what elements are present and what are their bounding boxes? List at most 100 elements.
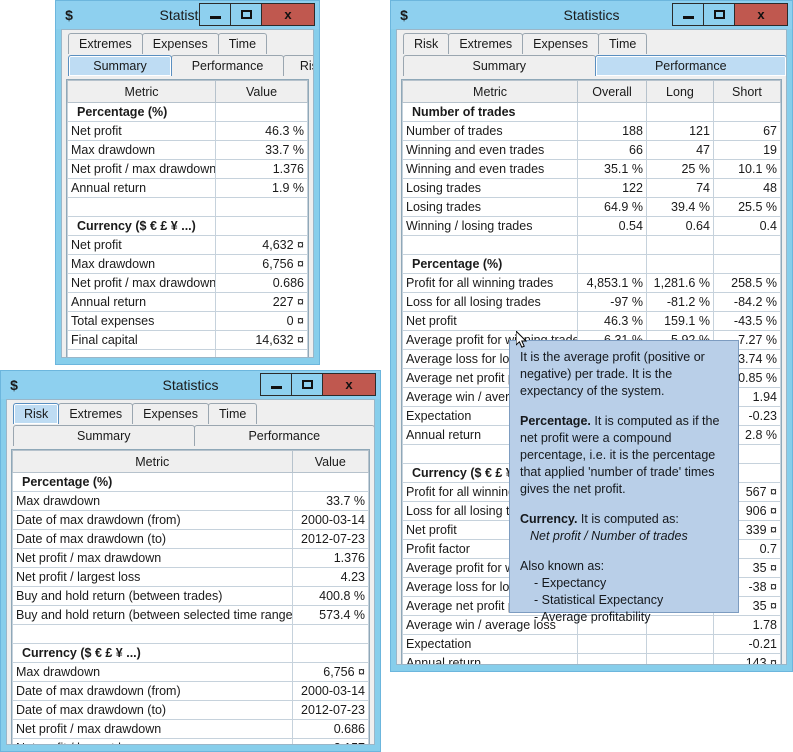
tab-summary[interactable]: Summary [403, 55, 596, 76]
table-row[interactable]: Net profit / max drawdown 1.376 [67, 159, 308, 179]
metrics-table-wrapper[interactable]: Metric Value Percentage (%) Max drawdown 3… [11, 449, 370, 744]
table-row[interactable]: Profit for all winning trades 4,853.1 % 1,… [402, 273, 781, 293]
column-header-value[interactable]: Value [215, 80, 308, 103]
table-row[interactable]: Winning / losing trades 0.54 0.64 0.4 [402, 216, 781, 236]
statistics-window-performance[interactable]: $ Statistics x Risk Extremes Expenses Ti… [390, 0, 793, 672]
table-row[interactable]: Max drawdown 33.7 % [12, 491, 369, 511]
maximize-button[interactable] [231, 4, 262, 25]
cell-short [712, 254, 781, 274]
window-controls[interactable]: x [672, 3, 788, 26]
cell-metric: Currency ($ € £ ¥ ...) [12, 643, 293, 663]
table-row[interactable]: Losing trades 122 74 48 [402, 178, 781, 198]
table-row[interactable]: Number of trades 188 121 67 [402, 121, 781, 141]
metrics-table-wrapper[interactable]: Metric Value Percentage (%) Net profit 46.… [66, 79, 309, 357]
column-header-metric[interactable]: Metric [402, 80, 579, 103]
title-bar[interactable]: $ Statistics x [1, 371, 380, 399]
tab-expenses[interactable]: Expenses [522, 33, 600, 54]
summary-table-body: Percentage (%) Net profit 46.3 % Max drawdo… [67, 102, 308, 357]
tab-risk[interactable]: Risk [13, 403, 60, 424]
tab-row-primary[interactable]: Summary Performance [397, 55, 786, 76]
statistics-window-summary[interactable]: $ Statistics x Extremes Expenses Time Su… [55, 0, 320, 365]
table-section-row[interactable]: Currency ($ € £ ¥ ...) [12, 643, 369, 663]
tab-row-primary[interactable]: Summary Performance [7, 425, 374, 446]
table-section-row[interactable]: Number of trades [402, 102, 781, 122]
tab-time[interactable]: Time [217, 33, 268, 54]
table-row[interactable]: Net profit 46.3 % 159.1 % -43.5 % [402, 311, 781, 331]
column-header-short[interactable]: Short [712, 80, 781, 103]
table-row[interactable]: Date of max drawdown (to) 2012-07-23 [12, 700, 369, 720]
table-row[interactable]: Losing trades 64.9 % 39.4 % 25.5 % [402, 197, 781, 217]
table-row[interactable]: Loss for all losing trades -97 % -81.2 % -8… [402, 292, 781, 312]
table-section-row[interactable]: Percentage (%) [402, 254, 781, 274]
table-row[interactable]: Annual return 143 ¤ [402, 653, 781, 664]
table-row[interactable]: Expectation -0.21 [402, 634, 781, 654]
tab-extremes[interactable]: Extremes [58, 403, 134, 424]
tab-time[interactable]: Time [598, 33, 648, 54]
table-row[interactable]: Net profit / largest loss 4.23 [12, 567, 369, 587]
table-section-row[interactable]: Percentage (%) [67, 102, 308, 122]
table-blank-row[interactable] [12, 624, 369, 644]
title-bar[interactable]: $ Statistics x [391, 1, 792, 29]
title-bar[interactable]: $ Statistics x [56, 1, 319, 29]
tab-time[interactable]: Time [208, 403, 258, 424]
table-row[interactable]: Net profit 4,632 ¤ [67, 235, 308, 255]
table-row[interactable]: Max drawdown 6,756 ¤ [67, 254, 308, 274]
table-section-row[interactable]: Currency ($ € £ ¥ ...) [67, 216, 308, 236]
close-button[interactable]: x [735, 4, 787, 25]
maximize-button[interactable] [292, 374, 323, 395]
window-controls[interactable]: x [260, 373, 376, 396]
table-row[interactable]: Max drawdown 6,756 ¤ [12, 662, 369, 682]
tab-expenses[interactable]: Expenses [132, 403, 210, 424]
table-blank-row[interactable] [67, 197, 308, 217]
tab-performance[interactable]: Performance [193, 425, 374, 446]
column-header-metric[interactable]: Metric [67, 80, 217, 103]
table-row[interactable]: Buy and hold return (between selected ti… [12, 605, 369, 625]
table-row[interactable]: Annual return 227 ¤ [67, 292, 308, 312]
table-row[interactable]: Winning and even trades 66 47 19 [402, 140, 781, 160]
table-row[interactable]: Net profit / largest loss2.157 [12, 738, 369, 744]
close-button[interactable]: x [323, 374, 375, 395]
table-row[interactable]: Total expenses 0 ¤ [67, 311, 308, 331]
table-row[interactable]: Winning and even trades 35.1 % 25 % 10.1 % [402, 159, 781, 179]
tab-expenses[interactable]: Expenses [141, 33, 219, 54]
table-row[interactable]: Annual return 1.9 % [67, 178, 308, 198]
tab-summary[interactable]: Summary [13, 425, 195, 446]
tab-row-secondary[interactable]: Risk Extremes Expenses Time [397, 33, 786, 54]
tab-row-filler [266, 33, 313, 54]
table-row[interactable]: Final capital 14,632 ¤ [67, 330, 308, 350]
table-row[interactable]: Max drawdown 33.7 % [67, 140, 308, 160]
minimize-button[interactable] [673, 4, 704, 25]
table-section-row[interactable]: Percentage (%) [12, 472, 369, 492]
tab-row-primary[interactable]: Summary Performance Risk [62, 55, 313, 76]
table-blank-row[interactable] [402, 235, 781, 255]
close-button[interactable]: x [262, 4, 314, 25]
tab-row-secondary[interactable]: Risk Extremes Expenses Time [7, 403, 374, 424]
column-header-metric[interactable]: Metric [12, 450, 293, 473]
table-row[interactable]: Net profit / max drawdown 0.686 [12, 719, 369, 739]
tab-extremes[interactable]: Extremes [68, 33, 143, 54]
tab-row-secondary[interactable]: Extremes Expenses Time [62, 33, 313, 54]
table-row[interactable]: Net profit / max drawdown 0.686 [67, 273, 308, 293]
table-row[interactable]: Net profit 46.3 % [67, 121, 308, 141]
tab-summary[interactable]: Summary [68, 55, 172, 76]
minimize-button[interactable] [261, 374, 292, 395]
table-row[interactable]: Date of max drawdown (to) 2012-07-23 [12, 529, 369, 549]
tab-performance[interactable]: Performance [594, 55, 786, 76]
tab-extremes[interactable]: Extremes [448, 33, 524, 54]
cell-short: -84.2 % [712, 292, 781, 312]
table-row[interactable]: Date of max drawdown (from) 2000-03-14 [12, 681, 369, 701]
window-controls[interactable]: x [199, 3, 315, 26]
tab-risk[interactable]: Risk [283, 55, 313, 76]
table-row[interactable]: Date of max drawdown (from) 2000-03-14 [12, 510, 369, 530]
column-header-value[interactable]: Value [291, 450, 369, 473]
minimize-button[interactable] [200, 4, 231, 25]
table-row[interactable]: Net profit / max drawdown 1.376 [12, 548, 369, 568]
table-blank-row[interactable] [67, 349, 308, 357]
maximize-button[interactable] [704, 4, 735, 25]
column-header-overall[interactable]: Overall [577, 80, 647, 103]
table-row[interactable]: Buy and hold return (between trades) 400.… [12, 586, 369, 606]
tab-risk[interactable]: Risk [403, 33, 450, 54]
column-header-long[interactable]: Long [645, 80, 714, 103]
tab-performance[interactable]: Performance [171, 55, 284, 76]
statistics-window-risk[interactable]: $ Statistics x Risk Extremes Expenses Ti… [0, 370, 381, 752]
